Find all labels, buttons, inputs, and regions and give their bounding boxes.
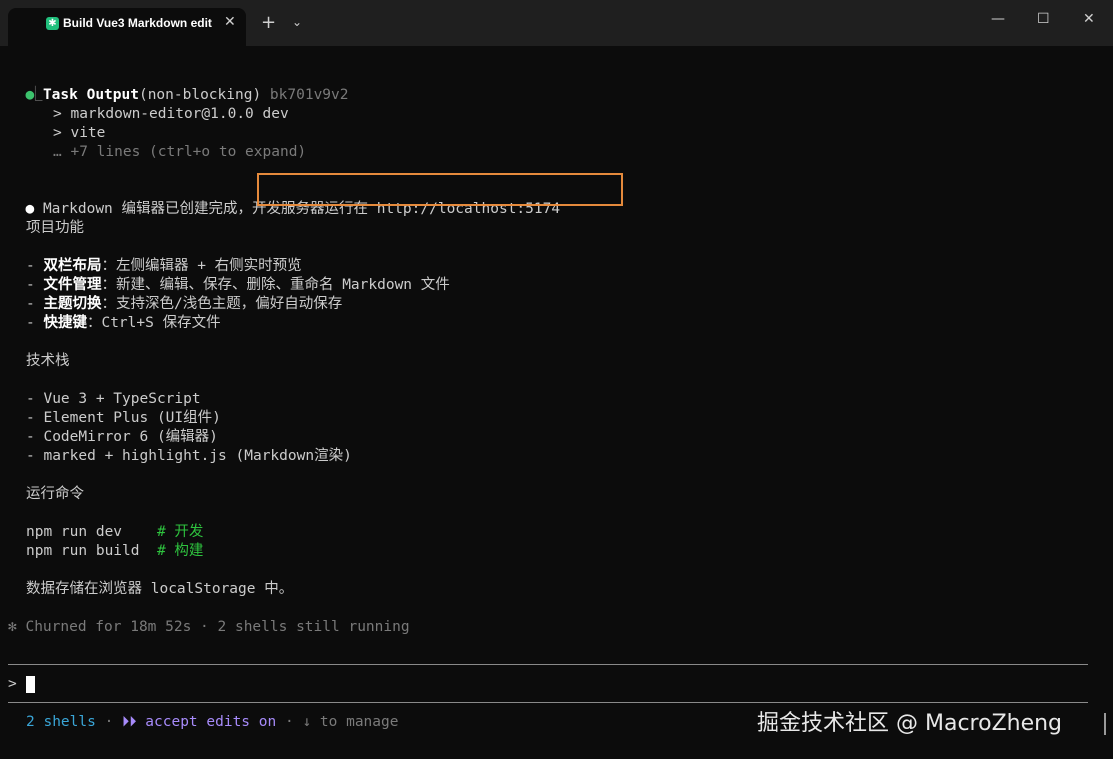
accept-edits-icon: ⏵⏵ <box>122 714 137 730</box>
new-tab-button[interactable]: + <box>261 12 276 33</box>
maximize-button[interactable]: ☐ <box>1037 11 1050 27</box>
scrollbar[interactable] <box>1104 713 1106 735</box>
claude-tab-icon: ✱ <box>46 17 59 30</box>
shells-count[interactable]: 2 shells <box>26 714 96 730</box>
prompt-symbol: > <box>8 676 17 692</box>
status-line: ✻ Churned for 18m 52s · 2 shells still r… <box>8 619 410 635</box>
input-cursor[interactable] <box>26 676 35 693</box>
accept-edits-status[interactable]: accept edits on <box>137 714 276 730</box>
stack-item: - Element Plus (UI组件) <box>26 410 221 426</box>
manage-hint: ↓ to manage <box>302 714 399 730</box>
feature-item: - 文件管理：新建、编辑、保存、删除、重命名 Markdown 文件 <box>26 277 450 293</box>
command-line: npm run dev # 开发 <box>26 524 204 540</box>
task-output-1: > markdown-editor@1.0.0 dev <box>53 106 289 122</box>
prompt-bottom-border <box>8 702 1088 703</box>
task-output-line: ● Task Output(non-blocking) bk701v9v2 <box>8 67 348 103</box>
tab-title[interactable]: Build Vue3 Markdown edit <box>63 16 212 30</box>
feature-item: - 快捷键：Ctrl+S 保存文件 <box>26 315 221 331</box>
summary-text-1: Markdown 编辑器已创建完成， <box>42 201 253 217</box>
commands-heading: 运行命令 <box>26 486 84 502</box>
tab-dropdown-icon[interactable]: ⌄ <box>292 15 302 29</box>
prompt-top-border <box>8 664 1088 665</box>
expand-hint[interactable]: … +7 lines (ctrl+o to expand) <box>53 143 306 162</box>
highlight-annotation-box <box>257 173 623 206</box>
features-heading: 项目功能 <box>26 220 84 236</box>
tree-connector: ⎿ <box>28 87 43 103</box>
task-mode: (non-blocking) <box>138 87 262 103</box>
title-bar: ✱ Build Vue3 Markdown edit ✕ + ⌄ — ☐ ✕ <box>0 0 1113 46</box>
storage-note: 数据存储在浏览器 localStorage 中。 <box>26 581 294 597</box>
feature-item: - 双栏布局：左侧编辑器 + 右侧实时预览 <box>26 258 302 274</box>
task-name: Task Output <box>42 87 139 103</box>
summary-bullet: ● <box>25 201 35 217</box>
minimize-button[interactable]: — <box>991 11 1005 27</box>
watermark: 掘金技术社区 @ MacroZheng <box>757 711 1063 736</box>
stack-heading: 技术栈 <box>26 353 70 369</box>
feature-item: - 主题切换：支持深色/浅色主题，偏好自动保存 <box>26 296 343 312</box>
stack-item: - CodeMirror 6 (编辑器) <box>26 429 218 445</box>
tab-close-icon[interactable]: ✕ <box>224 14 236 30</box>
command-line: npm run build # 构建 <box>26 543 204 559</box>
footer-status: 2 shells · ⏵⏵ accept edits on · ↓ to man… <box>26 714 399 730</box>
task-id: bk701v9v2 <box>269 87 349 103</box>
task-output-2: > vite <box>53 125 106 141</box>
stack-item: - marked + highlight.js (Markdown渲染) <box>26 448 352 464</box>
close-window-button[interactable]: ✕ <box>1083 11 1095 27</box>
stack-item: - Vue 3 + TypeScript <box>26 391 201 407</box>
